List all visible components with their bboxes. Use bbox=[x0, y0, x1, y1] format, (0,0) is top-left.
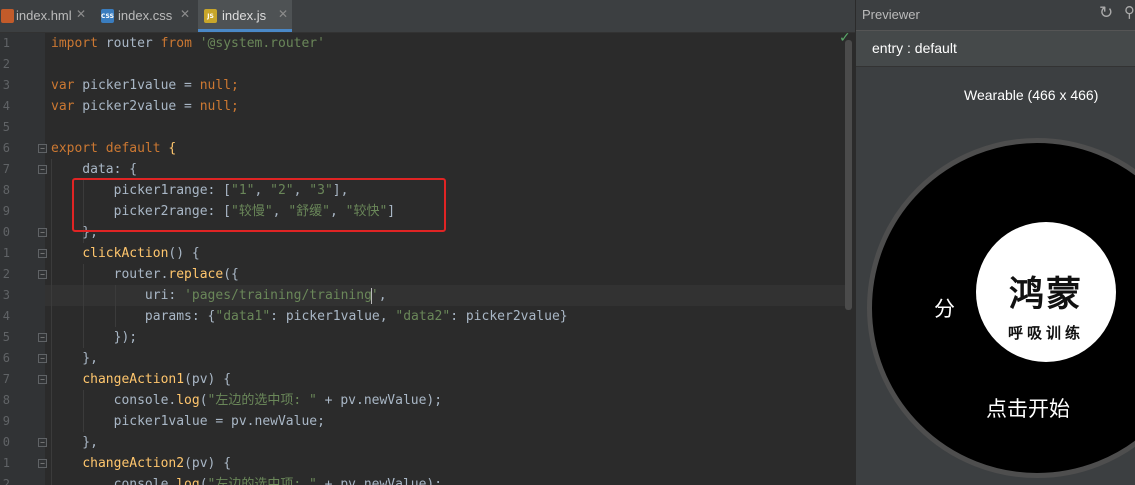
line-number: 4 bbox=[2, 309, 10, 323]
code-line: changeAction2(pv) { bbox=[82, 456, 232, 471]
tab-label: index.css bbox=[118, 8, 173, 23]
code-line: clickAction() { bbox=[82, 246, 200, 261]
line-number: 9 bbox=[2, 414, 10, 428]
line-number-gutter: 1 2 3 4 5 6 7 8 9 0 1 2 3 4 5 6 7 8 9 0 … bbox=[0, 33, 47, 485]
line-number: 7 bbox=[2, 372, 10, 386]
device-label: Wearable (466 x 466) bbox=[964, 87, 1099, 103]
code-line: }); bbox=[51, 330, 138, 345]
code-line: router.replace({ bbox=[51, 267, 239, 282]
previewer-panel: Previewer ↻ ⚲ entry : default Wearable (… bbox=[855, 0, 1135, 485]
line-number: 0 bbox=[2, 435, 10, 449]
js-file-icon: JS bbox=[204, 9, 217, 23]
line-number: 4 bbox=[2, 99, 10, 113]
code-line: picker1value = pv.newValue; bbox=[51, 414, 325, 429]
close-icon[interactable]: ✕ bbox=[76, 7, 86, 21]
close-icon[interactable]: ✕ bbox=[180, 7, 190, 21]
editor-tab-bar: index.hml ✕ CSS index.css ✕ JS index.js … bbox=[0, 0, 855, 33]
tab-label: index.hml bbox=[16, 8, 72, 23]
close-icon[interactable]: ✕ bbox=[278, 7, 288, 21]
code-line: }, bbox=[51, 435, 98, 450]
app-logo: 鸿蒙 呼吸训练 bbox=[976, 222, 1116, 362]
line-number: 7 bbox=[2, 162, 10, 176]
tab-index-js[interactable]: JS index.js ✕ bbox=[198, 0, 292, 32]
line-number: 1 bbox=[2, 246, 10, 260]
code-text-area[interactable]: import router from '@system.router' var … bbox=[45, 33, 845, 485]
code-line: console.log("左边的选中项: " + pv.newValue); bbox=[51, 477, 443, 485]
code-line: var picker2value = null; bbox=[51, 99, 239, 114]
line-number: 9 bbox=[2, 204, 10, 218]
logo-subtitle: 呼吸训练 bbox=[1007, 324, 1084, 342]
code-line: uri: 'pages/training/training', bbox=[51, 287, 387, 304]
hml-file-icon bbox=[1, 9, 14, 23]
line-number: 2 bbox=[2, 267, 10, 281]
css-file-icon: CSS bbox=[101, 9, 114, 23]
line-number: 6 bbox=[2, 141, 10, 155]
line-number: 1 bbox=[2, 36, 10, 50]
code-line: data: { bbox=[51, 162, 138, 177]
line-number: 1 bbox=[2, 456, 10, 470]
tab-index-css[interactable]: CSS index.css ✕ bbox=[97, 0, 193, 32]
line-number: 8 bbox=[2, 183, 10, 197]
line-number: 8 bbox=[2, 393, 10, 407]
code-line: export default { bbox=[51, 141, 177, 156]
tab-index-hml[interactable]: index.hml ✕ bbox=[0, 0, 90, 32]
code-editor[interactable]: index.hml ✕ CSS index.css ✕ JS index.js … bbox=[0, 0, 855, 485]
picker-label: 分 bbox=[934, 297, 955, 321]
code-line: }, bbox=[51, 351, 98, 366]
code-line: params: {"data1": picker1value, "data2":… bbox=[51, 309, 568, 324]
line-number: 5 bbox=[2, 120, 10, 134]
code-line: import router from '@system.router' bbox=[51, 36, 325, 51]
line-number: 2 bbox=[2, 477, 10, 485]
line-number: 3 bbox=[2, 78, 10, 92]
annotation-highlight-box bbox=[72, 178, 446, 232]
code-line: changeAction1(pv) { bbox=[82, 372, 232, 387]
entry-selector[interactable]: entry : default bbox=[856, 30, 1135, 67]
line-number: 0 bbox=[2, 225, 10, 239]
refresh-icon[interactable]: ↻ bbox=[1099, 3, 1113, 23]
line-number: 5 bbox=[2, 330, 10, 344]
start-button[interactable]: 点击开始 bbox=[986, 393, 1070, 423]
tab-label: index.js bbox=[222, 8, 267, 23]
code-line: var picker1value = null; bbox=[51, 78, 239, 93]
vertical-scrollbar[interactable] bbox=[845, 40, 852, 310]
previewer-title: Previewer bbox=[862, 7, 920, 22]
line-number: 6 bbox=[2, 351, 10, 365]
line-number: 3 bbox=[2, 288, 10, 302]
entry-label: entry : default bbox=[872, 40, 957, 56]
line-number: 2 bbox=[2, 57, 10, 71]
pin-icon[interactable]: ⚲ bbox=[1124, 3, 1135, 21]
code-line: console.log("左边的选中项: " + pv.newValue); bbox=[51, 393, 443, 408]
logo-title: 鸿蒙 bbox=[1008, 274, 1083, 315]
